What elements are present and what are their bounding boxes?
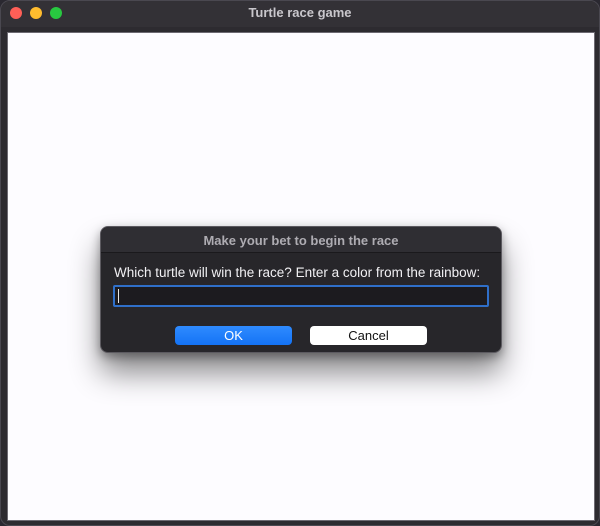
- cancel-button[interactable]: Cancel: [310, 326, 427, 345]
- ok-button[interactable]: OK: [175, 326, 292, 345]
- dialog-titlebar[interactable]: Make your bet to begin the race: [101, 227, 501, 253]
- dialog-title: Make your bet to begin the race: [203, 233, 399, 248]
- app-window: Turtle race game Make your bet to begin …: [0, 0, 600, 526]
- text-caret: [118, 289, 119, 303]
- window-titlebar[interactable]: Turtle race game: [1, 1, 599, 27]
- bet-prompt-label: Which turtle will win the race? Enter a …: [114, 265, 481, 280]
- window-title: Turtle race game: [248, 5, 352, 20]
- bet-color-input[interactable]: [113, 285, 489, 307]
- bet-dialog: Make your bet to begin the race Which tu…: [100, 226, 502, 353]
